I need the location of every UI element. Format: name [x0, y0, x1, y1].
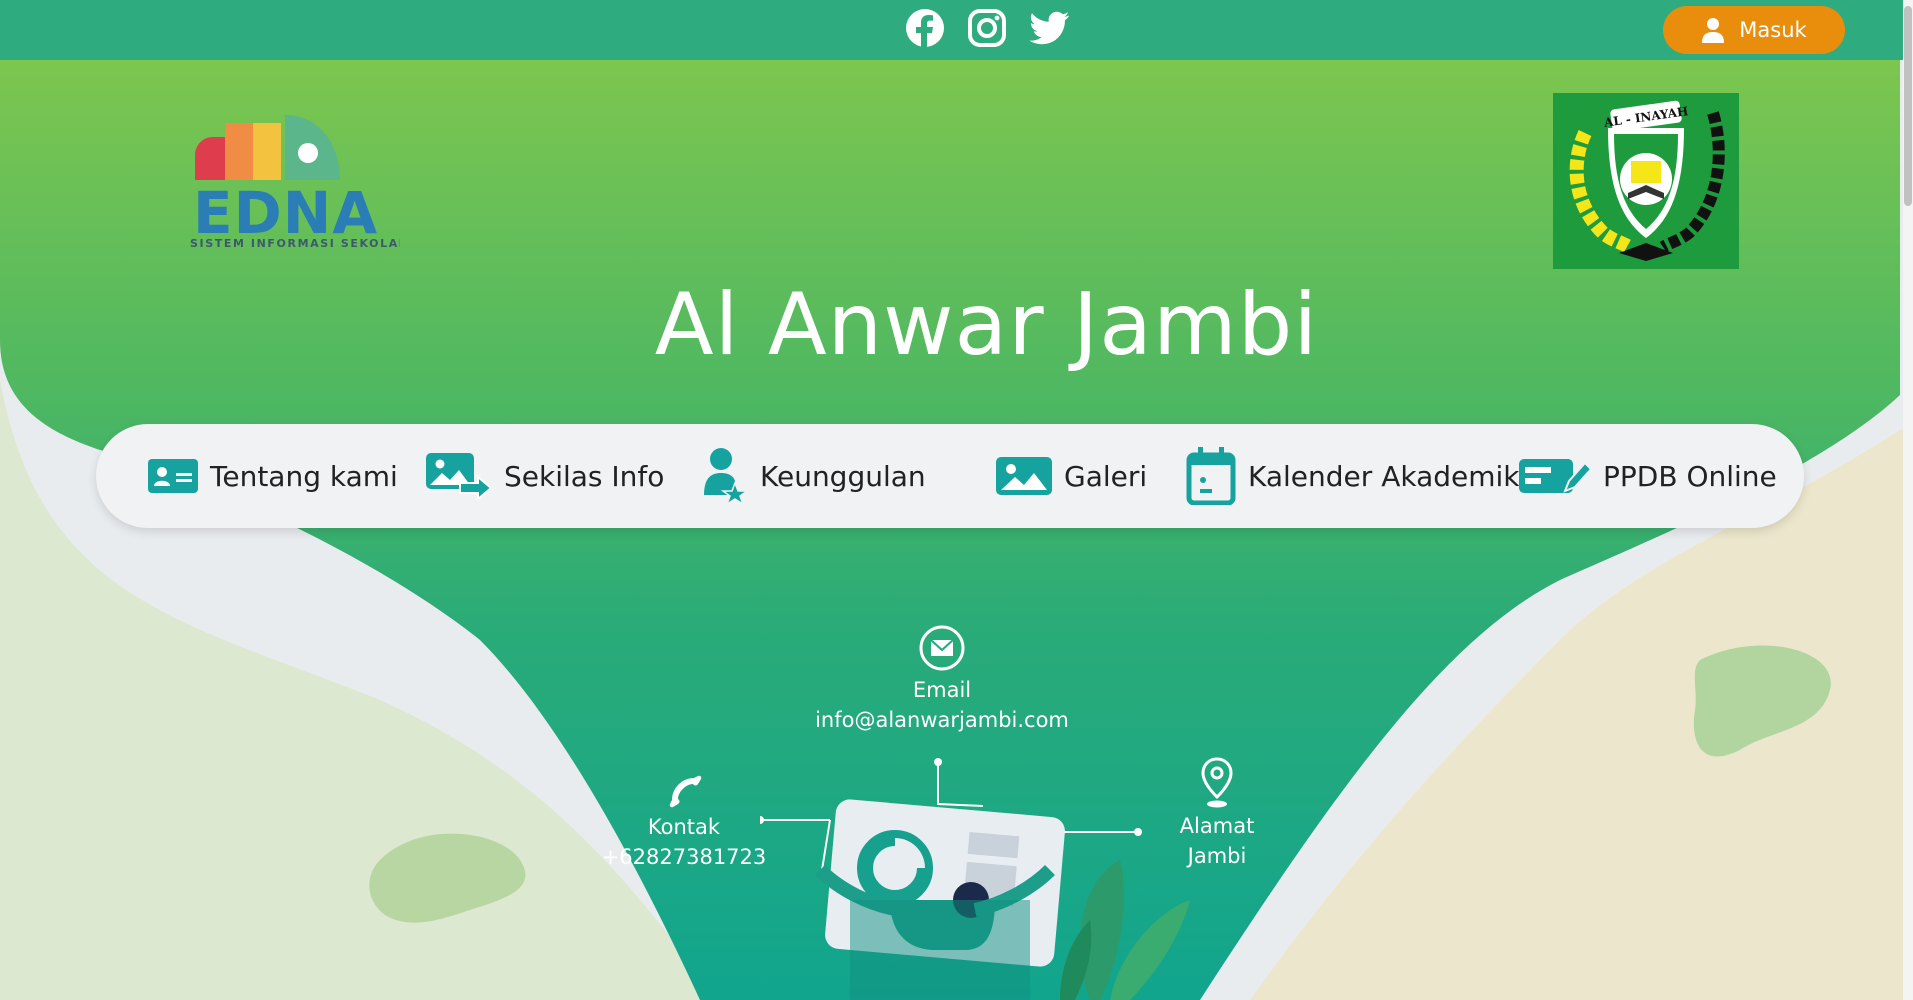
nav-item-kalender-akademik[interactable]: Kalender Akademik [1186, 424, 1520, 528]
calendar-icon [1186, 447, 1236, 505]
twitter-icon[interactable] [1029, 8, 1071, 48]
site-title: Al Anwar Jambi [654, 275, 1319, 375]
phone-label: Kontak [647, 815, 721, 839]
nav-label-tentang-kami: Tentang kami [210, 459, 398, 493]
edna-tagline: SISTEM INFORMASI SEKOLAH [190, 237, 400, 250]
contact-address: Alamat Jambi [1117, 757, 1317, 871]
login-label: Masuk [1739, 18, 1807, 42]
envelope-icon [919, 625, 965, 671]
contact-phone: Kontak +62827381723 [584, 770, 784, 872]
address-value: Jambi [1187, 844, 1247, 868]
page-scrollbar[interactable] [1903, 0, 1913, 1000]
nav-label-galeri: Galeri [1064, 459, 1148, 493]
nav-label-sekilas-info: Sekilas Info [504, 459, 665, 493]
main-nav: Tentang kami Sekilas Info Keunggulan Gal… [96, 424, 1804, 528]
nav-item-tentang-kami[interactable]: Tentang kami [148, 424, 398, 528]
nav-item-sekilas-info[interactable]: Sekilas Info [426, 424, 664, 528]
id-card-icon [148, 459, 198, 493]
map-pin-icon [1201, 757, 1233, 808]
user-star-icon [704, 448, 748, 505]
instagram-icon[interactable] [967, 8, 1007, 48]
nav-item-ppdb-online[interactable]: PPDB Online [1519, 424, 1777, 528]
login-button[interactable]: Masuk [1663, 6, 1845, 54]
nav-label-ppdb-online: PPDB Online [1603, 459, 1777, 493]
email-label: Email [912, 678, 972, 702]
nav-item-keunggulan[interactable]: Keunggulan [704, 424, 926, 528]
school-emblem: AL - INAYAH [1553, 93, 1739, 269]
top-bar: Masuk [0, 0, 1913, 60]
nav-label-keunggulan: Keunggulan [760, 459, 926, 493]
edna-logo: EDNA SISTEM INFORMASI SEKOLAH [190, 110, 408, 254]
user-icon [1702, 18, 1725, 43]
nav-label-kalender-akademik: Kalender Akademik [1248, 459, 1520, 493]
facebook-icon[interactable] [905, 8, 945, 48]
image-share-icon [426, 453, 492, 499]
edit-form-icon [1519, 459, 1591, 493]
image-icon [996, 457, 1052, 495]
phone-value[interactable]: +62827381723 [584, 842, 784, 872]
address-label: Alamat [1179, 814, 1255, 838]
phone-icon [669, 775, 702, 808]
contact-email: Email info@alanwarjambi.com [792, 625, 1092, 735]
scrollbar-thumb[interactable] [1904, 6, 1912, 206]
email-value[interactable]: info@alanwarjambi.com [792, 705, 1092, 735]
social-links [905, 8, 1071, 48]
nav-item-galeri[interactable]: Galeri [996, 424, 1147, 528]
